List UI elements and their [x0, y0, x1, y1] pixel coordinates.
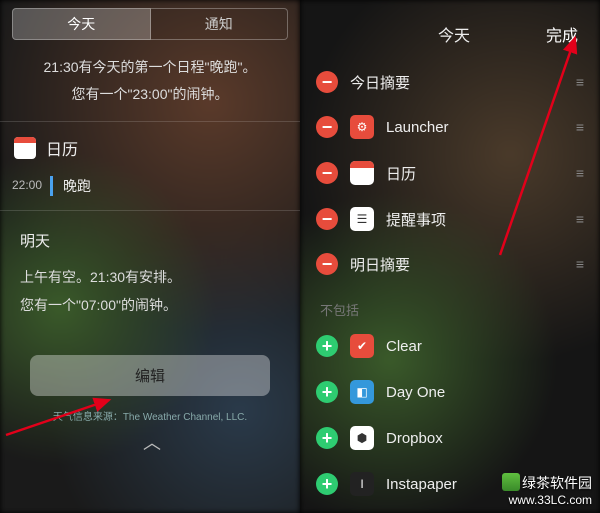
watermark-logo-icon: [502, 473, 520, 491]
app-icon: ⬢: [350, 426, 374, 450]
widget-name: Launcher: [386, 119, 449, 136]
tomorrow-summary: 明天 上午有空。21:30有安排。 您有一个"07:00"的闹钟。: [0, 215, 300, 331]
separator: [0, 121, 300, 122]
remove-icon[interactable]: −: [316, 116, 338, 138]
widget-name: Clear: [386, 338, 422, 355]
add-icon[interactable]: +: [316, 335, 338, 357]
app-icon: ⚙: [350, 115, 374, 139]
weather-source: 天气信息来源：The Weather Channel, LLC.: [0, 404, 300, 429]
separator: [0, 210, 300, 211]
watermark: 绿茶软件园 www.33LC.com: [502, 473, 592, 507]
tomorrow-line: 上午有空。21:30有安排。: [20, 263, 280, 291]
add-icon[interactable]: +: [316, 473, 338, 495]
add-icon[interactable]: +: [316, 427, 338, 449]
tomorrow-title: 明天: [20, 227, 280, 257]
widget-row[interactable]: −明日摘要 ≡: [300, 242, 600, 286]
watermark-name: 绿茶软件园: [522, 475, 592, 491]
drag-handle-icon[interactable]: ≡: [576, 74, 584, 90]
drag-handle-icon[interactable]: ≡: [576, 165, 584, 181]
done-button[interactable]: 完成: [546, 22, 578, 46]
included-widgets-list: −今日摘要≡−⚙Launcher≡−日历≡−☰提醒事项≡−明日摘要≡: [300, 60, 600, 286]
remove-icon[interactable]: −: [316, 71, 338, 93]
drag-handle-icon[interactable]: ≡: [576, 256, 584, 272]
event-title: 晚跑: [63, 176, 300, 196]
widget-row[interactable]: − 日历 ≡: [300, 150, 600, 196]
widget-row[interactable]: −今日摘要 ≡: [300, 60, 600, 104]
app-icon: ☰: [350, 207, 374, 231]
add-icon[interactable]: +: [316, 381, 338, 403]
app-icon: ✔: [350, 334, 374, 358]
widget-name: Instapaper: [386, 476, 457, 493]
widget-name: 明日摘要: [350, 254, 410, 275]
remove-icon[interactable]: −: [316, 162, 338, 184]
summary-line: 您有一个"23:00"的闹钟。: [20, 81, 280, 108]
widget-name: Day One: [386, 384, 445, 401]
widget-row[interactable]: + ⬢ Dropbox: [300, 415, 600, 461]
app-icon: ◧: [350, 380, 374, 404]
drag-handle-icon[interactable]: ≡: [576, 211, 584, 227]
calendar-icon: [350, 161, 374, 185]
summary-line: 21:30有今天的第一个日程"晚跑"。: [20, 54, 280, 81]
remove-icon[interactable]: −: [316, 253, 338, 275]
edit-button[interactable]: 编辑: [30, 355, 270, 396]
chevron-up-icon[interactable]: ︿: [0, 429, 300, 455]
spacer: [322, 22, 362, 46]
calendar-icon: [14, 137, 36, 159]
widget-row[interactable]: + ✔ Clear: [300, 323, 600, 369]
tab-notifications[interactable]: 通知: [151, 8, 289, 40]
right-screenshot: 今天 完成 −今日摘要≡−⚙Launcher≡−日历≡−☰提醒事项≡−明日摘要≡…: [300, 0, 600, 513]
watermark-url: www.33LC.com: [502, 493, 592, 507]
drag-handle-icon[interactable]: ≡: [576, 119, 584, 135]
widget-row[interactable]: −☰ 提醒事项 ≡: [300, 196, 600, 242]
calendar-header: 日历: [0, 126, 300, 170]
event-color-bar: [50, 176, 53, 196]
tab-bar: 今天 通知: [0, 0, 300, 44]
title-today: 今天: [438, 22, 470, 46]
widget-name: 今日摘要: [350, 72, 410, 93]
calendar-title: 日历: [46, 136, 78, 160]
excluded-label: 不包括: [300, 286, 600, 323]
left-screenshot: 今天 通知 21:30有今天的第一个日程"晚跑"。 您有一个"23:00"的闹钟…: [0, 0, 300, 513]
event-time: 22:00: [0, 176, 50, 196]
widget-name: Dropbox: [386, 430, 443, 447]
tab-today[interactable]: 今天: [12, 8, 151, 40]
widget-row[interactable]: + ◧ Day One: [300, 369, 600, 415]
widget-row[interactable]: −⚙ Launcher ≡: [300, 104, 600, 150]
app-icon: I: [350, 472, 374, 496]
widget-name: 日历: [386, 163, 416, 184]
remove-icon[interactable]: −: [316, 208, 338, 230]
tomorrow-line: 您有一个"07:00"的闹钟。: [20, 291, 280, 319]
calendar-event[interactable]: 22:00 晚跑: [0, 170, 300, 206]
widget-name: 提醒事项: [386, 209, 446, 230]
today-summary: 21:30有今天的第一个日程"晚跑"。 您有一个"23:00"的闹钟。: [0, 44, 300, 117]
top-bar: 今天 完成: [300, 0, 600, 60]
